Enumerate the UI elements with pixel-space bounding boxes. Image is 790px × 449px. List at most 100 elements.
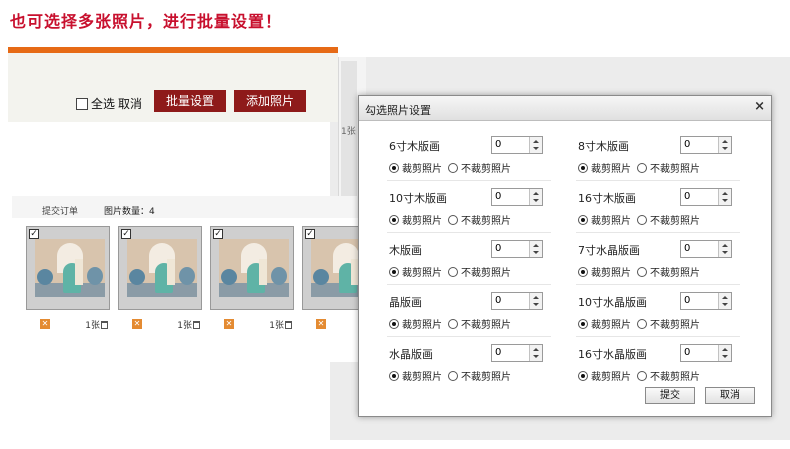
crop-radio[interactable] <box>578 370 588 381</box>
crop-radio[interactable] <box>578 318 588 329</box>
photo-checkbox[interactable]: ✓ <box>305 229 315 239</box>
select-all-control[interactable]: 全选 取消 <box>76 95 142 112</box>
increment-arrow-icon <box>533 192 539 195</box>
decrement-arrow-icon <box>722 355 728 358</box>
crop-choice: 裁剪照片 不裁剪照片 <box>578 316 700 331</box>
print-option: 16寸木版画 0 裁剪照片 不裁剪照片 <box>578 186 738 234</box>
crop-radio[interactable] <box>578 266 588 277</box>
photo-thumbnail[interactable]: ✓ <box>26 226 110 310</box>
photo-thumbnail[interactable]: ✓ <box>118 226 202 310</box>
batch-settings-button[interactable]: 批量设置 <box>154 90 226 112</box>
increment-arrow-icon <box>533 244 539 247</box>
crop-radio[interactable] <box>578 162 588 173</box>
crop-choice: 裁剪照片 不裁剪照片 <box>389 264 511 279</box>
print-option: 水晶版画 0 裁剪照片 不裁剪照片 <box>389 342 549 390</box>
add-photos-button[interactable]: 添加照片 <box>234 90 306 112</box>
crop-choice: 裁剪照片 不裁剪照片 <box>389 368 511 383</box>
increment-arrow-icon <box>722 244 728 247</box>
orange-divider <box>8 47 338 53</box>
remove-photo-icon[interactable]: ✕ <box>132 319 142 329</box>
increment-arrow-icon <box>722 348 728 351</box>
quantity-stepper[interactable]: 0 <box>491 136 543 154</box>
crop-radio[interactable] <box>389 162 399 173</box>
trash-icon[interactable] <box>285 321 292 329</box>
wedding-photo <box>219 239 289 297</box>
no-crop-radio[interactable] <box>448 214 458 225</box>
print-option: 6寸木版画 0 裁剪照片 不裁剪照片 <box>389 134 549 182</box>
print-option: 10寸木版画 0 裁剪照片 不裁剪照片 <box>389 186 549 234</box>
quantity-stepper[interactable]: 0 <box>680 292 732 310</box>
crop-radio[interactable] <box>389 266 399 277</box>
quantity-stepper[interactable]: 0 <box>491 292 543 310</box>
decrement-arrow-icon <box>533 251 539 254</box>
increment-arrow-icon <box>533 348 539 351</box>
photo-checkbox[interactable]: ✓ <box>121 229 131 239</box>
quantity-stepper[interactable]: 0 <box>680 188 732 206</box>
no-crop-radio[interactable] <box>637 266 647 277</box>
option-name: 6寸木版画 <box>389 140 440 153</box>
crop-radio[interactable] <box>389 318 399 329</box>
option-name: 水晶版画 <box>389 348 433 361</box>
no-crop-radio[interactable] <box>448 266 458 277</box>
print-option: 7寸水晶版画 0 裁剪照片 不裁剪照片 <box>578 238 738 286</box>
photo-thumbnail[interactable]: ✓ <box>210 226 294 310</box>
photo-checkbox[interactable]: ✓ <box>29 229 39 239</box>
select-all-checkbox[interactable] <box>76 97 88 110</box>
photo-checkbox[interactable]: ✓ <box>213 229 223 239</box>
remove-photo-icon[interactable]: ✕ <box>40 319 50 329</box>
quantity-stepper[interactable]: 0 <box>680 136 732 154</box>
quantity-stepper[interactable]: 0 <box>491 344 543 362</box>
increment-arrow-icon <box>722 192 728 195</box>
no-crop-radio[interactable] <box>448 162 458 173</box>
photo-footer: ✕ 1张 <box>210 318 294 332</box>
print-option: 10寸水晶版画 0 裁剪照片 不裁剪照片 <box>578 290 738 338</box>
remove-photo-icon[interactable]: ✕ <box>224 319 234 329</box>
quantity-stepper[interactable]: 0 <box>491 240 543 258</box>
increment-arrow-icon <box>722 140 728 143</box>
print-option: 晶版画 0 裁剪照片 不裁剪照片 <box>389 290 549 338</box>
print-option: 16寸水晶版画 0 裁剪照片 不裁剪照片 <box>578 342 738 390</box>
option-name: 16寸水晶版画 <box>578 348 647 361</box>
crop-radio[interactable] <box>389 214 399 225</box>
crop-choice: 裁剪照片 不裁剪照片 <box>389 160 511 175</box>
crop-choice: 裁剪照片 不裁剪照片 <box>578 212 700 227</box>
increment-arrow-icon <box>722 296 728 299</box>
submit-order-link[interactable]: 提交订单 <box>42 204 78 217</box>
no-crop-radio[interactable] <box>637 318 647 329</box>
decrement-arrow-icon <box>722 251 728 254</box>
quantity-stepper[interactable]: 0 <box>680 344 732 362</box>
close-icon[interactable]: × <box>754 100 765 114</box>
option-name: 晶版画 <box>389 296 422 309</box>
remove-photo-icon[interactable]: ✕ <box>316 319 326 329</box>
crop-choice: 裁剪照片 不裁剪照片 <box>578 160 700 175</box>
crop-choice: 裁剪照片 不裁剪照片 <box>578 264 700 279</box>
select-all-label[interactable]: 全选 <box>91 95 115 112</box>
no-crop-radio[interactable] <box>637 162 647 173</box>
no-crop-radio[interactable] <box>637 370 647 381</box>
option-separator <box>576 232 740 233</box>
photo-count: 图片数量：4 <box>104 207 155 217</box>
crop-choice: 裁剪照片 不裁剪照片 <box>578 368 700 383</box>
crop-radio[interactable] <box>578 214 588 225</box>
decrement-arrow-icon <box>533 147 539 150</box>
photo-quantity: 1张 <box>269 318 292 331</box>
quantity-stepper[interactable]: 0 <box>491 188 543 206</box>
crop-radio[interactable] <box>389 370 399 381</box>
increment-arrow-icon <box>533 296 539 299</box>
no-crop-radio[interactable] <box>448 370 458 381</box>
photo-quantity: 1张 <box>85 318 108 331</box>
cancel-button[interactable]: 取消 <box>705 387 755 404</box>
option-name: 7寸水晶版画 <box>578 244 640 257</box>
quantity-stepper[interactable]: 0 <box>680 240 732 258</box>
trash-icon[interactable] <box>193 321 200 329</box>
background-count-fragment: 1张 <box>341 127 356 137</box>
order-header: 提交订单 图片数量：4 <box>12 196 388 218</box>
option-name: 木版画 <box>389 244 422 257</box>
no-crop-radio[interactable] <box>637 214 647 225</box>
cancel-selection-link[interactable]: 取消 <box>118 95 142 112</box>
wedding-photo <box>35 239 105 297</box>
submit-button[interactable]: 提交 <box>645 387 695 404</box>
no-crop-radio[interactable] <box>448 318 458 329</box>
option-separator <box>387 180 551 181</box>
trash-icon[interactable] <box>101 321 108 329</box>
